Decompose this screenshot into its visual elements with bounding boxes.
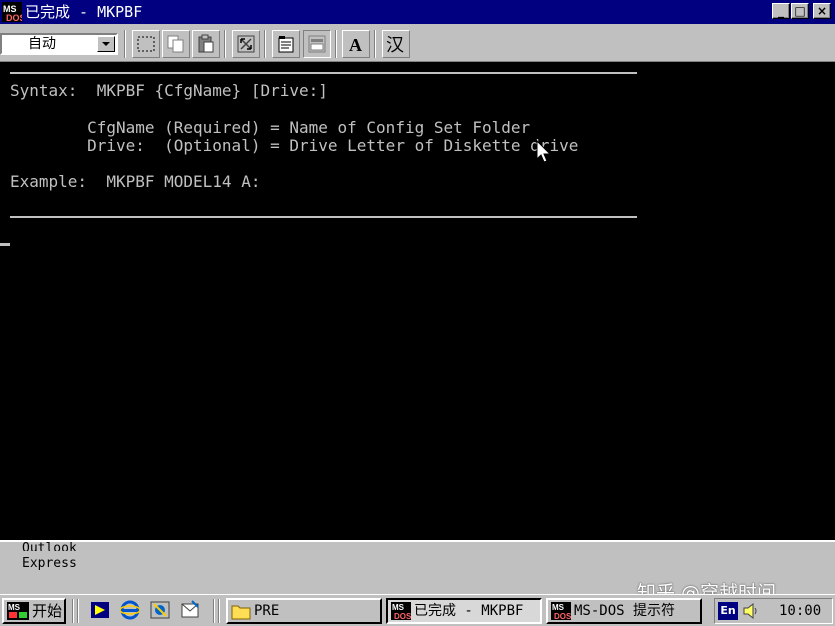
- toolbar-separator: [224, 30, 226, 58]
- fullscreen-icon: [237, 35, 255, 53]
- svg-text:MS: MS: [552, 603, 565, 612]
- font-icon: A: [349, 35, 362, 54]
- console-output[interactable]: Syntax: MKPBF {CfgName} [Drive:] CfgName…: [0, 62, 835, 540]
- task-button-msdos-prompt[interactable]: MS DOS MS-DOS 提示符: [546, 598, 702, 624]
- taskbar-separator: [77, 599, 79, 623]
- mouse-pointer-icon: [536, 140, 552, 163]
- language-indicator[interactable]: En: [718, 602, 738, 620]
- copy-icon: [167, 35, 184, 53]
- divider-rule: [10, 216, 637, 218]
- desktop-icon-label-line2[interactable]: Express: [22, 557, 77, 571]
- console-toolbar: 自动 A 汉: [0, 24, 835, 62]
- svg-text:A: A: [349, 35, 362, 54]
- maximize-button[interactable]: □: [791, 3, 809, 19]
- channels-icon[interactable]: [150, 600, 170, 620]
- mark-icon: [137, 36, 155, 52]
- internet-explorer-icon[interactable]: [120, 600, 140, 620]
- paste-icon: [198, 34, 214, 53]
- task-label: 已完成 - MKPBF: [414, 603, 524, 619]
- background-button[interactable]: [303, 30, 331, 58]
- toolbar-separator: [124, 30, 126, 58]
- desktop-icon-label-line1[interactable]: Outlook: [22, 542, 77, 551]
- console-line-example: Example: MKPBF MODEL14 A:: [10, 172, 261, 191]
- task-button-mkpbf[interactable]: MS DOS 已完成 - MKPBF: [386, 598, 542, 624]
- clock[interactable]: 10:00: [779, 603, 821, 619]
- task-button-pre[interactable]: PRE: [226, 598, 382, 624]
- msdos-icon: MS DOS: [391, 602, 411, 620]
- divider-rule: [10, 72, 637, 74]
- msdos-app-icon[interactable]: MS DOS: [2, 2, 22, 22]
- chevron-down-icon[interactable]: [97, 36, 115, 52]
- console-line-drive: Drive: (Optional) = Drive Letter of Disk…: [10, 136, 579, 155]
- paste-button[interactable]: [192, 30, 220, 58]
- toolbar-separator: [264, 30, 266, 58]
- volume-icon[interactable]: [742, 602, 758, 620]
- folder-icon: [231, 605, 251, 620]
- font-button[interactable]: A: [342, 30, 370, 58]
- close-button[interactable]: ×: [813, 3, 831, 19]
- taskbar-separator: [213, 599, 215, 623]
- svg-text:DOS: DOS: [6, 13, 22, 22]
- taskbar-separator: [72, 599, 74, 623]
- windows-logo-icon: MS: [7, 602, 29, 620]
- task-label: MS-DOS 提示符: [574, 603, 676, 619]
- start-label: 开始: [32, 602, 63, 620]
- svg-text:MS: MS: [8, 603, 21, 612]
- font-size-select[interactable]: 自动: [0, 33, 118, 55]
- svg-text:DOS: DOS: [554, 612, 571, 620]
- font-size-value: 自动: [28, 36, 56, 52]
- task-label: PRE: [254, 603, 280, 619]
- fullscreen-button[interactable]: [232, 30, 260, 58]
- background-icon: [308, 35, 326, 53]
- toolbar-separator: [335, 30, 337, 58]
- console-line-syntax: Syntax: MKPBF {CfgName} [Drive:]: [10, 81, 328, 100]
- copy-button[interactable]: [162, 30, 190, 58]
- svg-text:汉: 汉: [386, 35, 404, 54]
- minimize-button[interactable]: _: [772, 3, 790, 19]
- chinese-input-button[interactable]: 汉: [382, 30, 410, 58]
- svg-text:DOS: DOS: [394, 612, 411, 620]
- system-tray: En 10:00: [714, 598, 833, 624]
- show-desktop-icon[interactable]: [90, 600, 110, 620]
- outlook-express-icon[interactable]: [180, 600, 200, 620]
- mark-button[interactable]: [132, 30, 160, 58]
- properties-icon: [278, 36, 294, 53]
- console-line-cfgname: CfgName (Required) = Name of Config Set …: [10, 118, 531, 137]
- start-button[interactable]: MS 开始: [2, 598, 66, 624]
- taskbar-separator: [218, 599, 220, 623]
- msdos-icon: MS DOS: [551, 602, 571, 620]
- toolbar-separator: [374, 30, 376, 58]
- taskbar: MS 开始 PRE MS DOS 已完成 - MKPBF MS DOS MS-D…: [0, 594, 835, 626]
- title-bar[interactable]: MS DOS 已完成 - MKPBF _ □ ×: [0, 0, 835, 24]
- window-title: 已完成 - MKPBF: [25, 3, 143, 21]
- properties-button[interactable]: [272, 30, 300, 58]
- svg-text:MS: MS: [392, 603, 405, 612]
- chinese-input-icon: 汉: [386, 35, 404, 54]
- text-cursor: [0, 243, 10, 246]
